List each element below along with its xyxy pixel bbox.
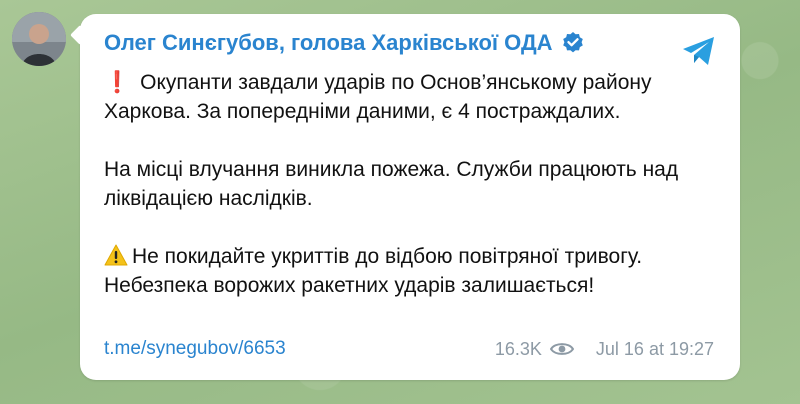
paragraph-text: Не покидайте укриттів до відбою повітрян…: [104, 245, 643, 297]
views-count: 16.3K: [494, 338, 542, 359]
paragraph-1: ❗ Окупанти завдали ударів по Основ’янсько…: [104, 68, 714, 126]
exclamation-icon: ❗: [104, 71, 131, 94]
message-date: Jul 16 at 19:27: [595, 338, 714, 359]
paragraph-text: Окупанти завдали ударів по Основ’янськом…: [104, 71, 652, 123]
post-link[interactable]: t.me/synegubov/6653: [104, 338, 286, 360]
eye-icon: [549, 343, 574, 355]
telegram-share-icon[interactable]: [680, 32, 718, 70]
message-meta: 16.3K Jul 16 at 19:27: [495, 339, 714, 360]
warning-icon: [104, 244, 128, 266]
paragraph-text: На місці влучання виникла пожежа. Служби…: [104, 158, 679, 210]
avatar-photo: [12, 12, 66, 66]
message-bubble: Олег Синєгубов, голова Харківської ОДА ❗…: [80, 14, 740, 380]
paragraph-2: На місці влучання виникла пожежа. Служби…: [104, 155, 714, 213]
message-header: Олег Синєгубов, голова Харківської ОДА: [104, 30, 660, 56]
channel-name[interactable]: Олег Синєгубов, голова Харківської ОДА: [104, 30, 553, 56]
verified-badge-icon: [562, 32, 583, 53]
message-footer: t.me/synegubov/6653 16.3K Jul 16 at 19:2…: [104, 338, 714, 360]
paragraph-3: Не покидайте укриттів до відбою повітрян…: [104, 242, 714, 300]
channel-avatar[interactable]: [12, 12, 66, 66]
message-text: ❗ Окупанти завдали ударів по Основ’янсько…: [104, 68, 714, 300]
